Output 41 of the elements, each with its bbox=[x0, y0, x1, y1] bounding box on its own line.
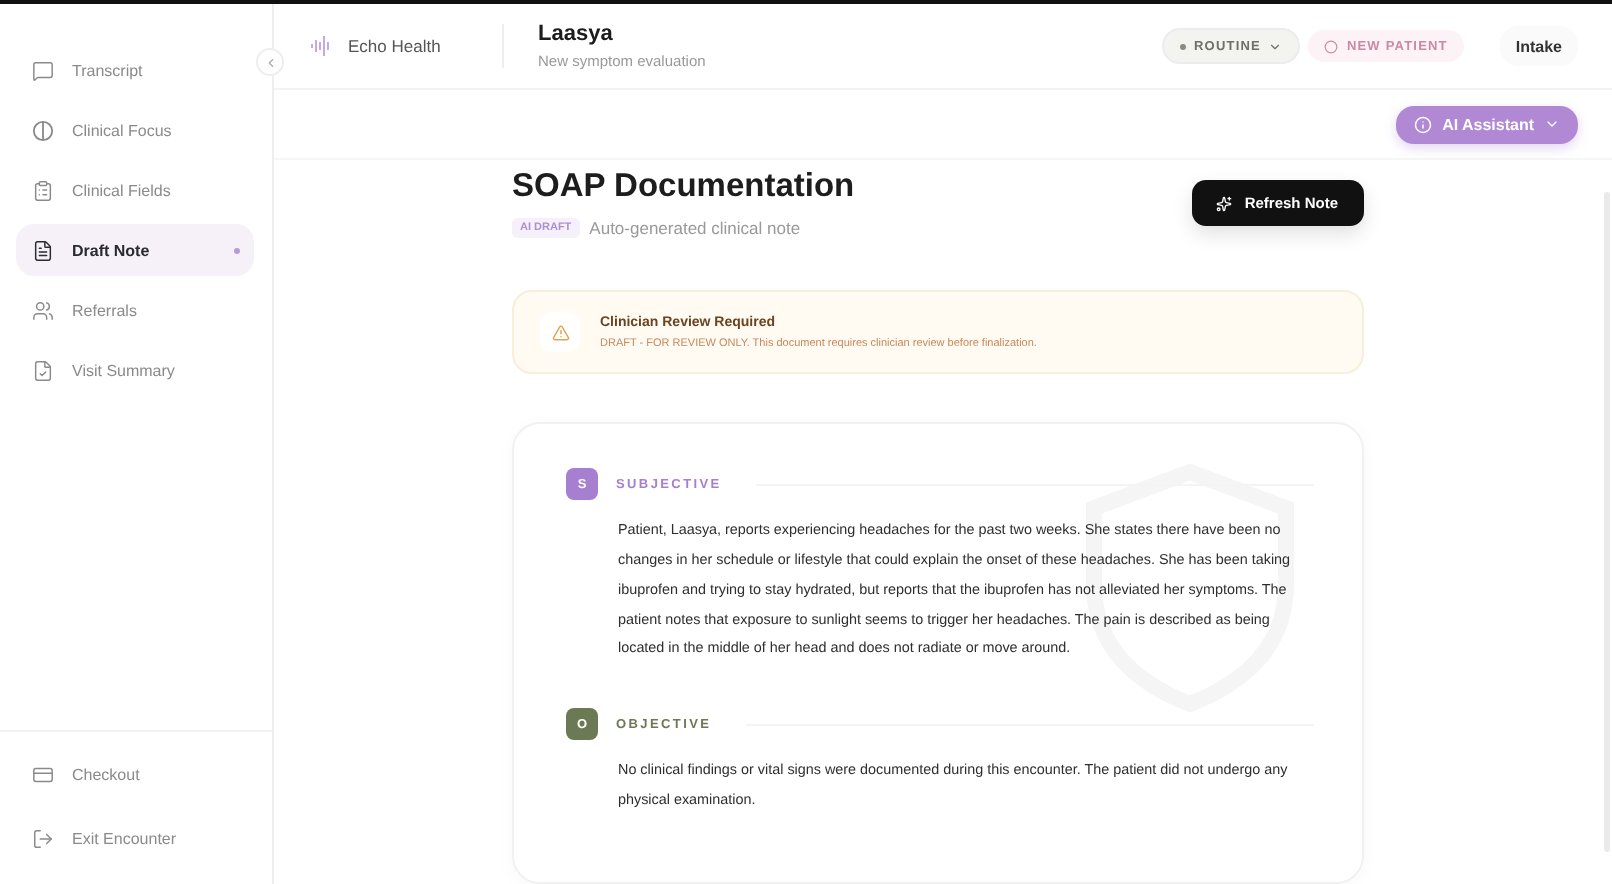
intake-button[interactable]: Intake bbox=[1499, 26, 1578, 66]
sidebar-footer-item[interactable]: Exit Encounter bbox=[16, 812, 256, 864]
sidebar-item-label: Clinical Fields bbox=[72, 181, 173, 199]
warning-icon bbox=[540, 312, 580, 353]
waveform-icon bbox=[310, 36, 332, 56]
sidebar-item[interactable]: Visit Summary bbox=[16, 344, 254, 396]
active-dot bbox=[234, 247, 240, 253]
sidebar-item[interactable]: Draft Note bbox=[16, 224, 254, 276]
chevron-down-icon bbox=[1544, 116, 1560, 132]
ai-assistant-button[interactable]: AI Assistant bbox=[1396, 105, 1578, 143]
chevron-down-icon bbox=[1268, 39, 1283, 53]
sidebar-footer-item[interactable]: Checkout bbox=[16, 748, 256, 800]
sidebar-item-label: Draft Note bbox=[72, 241, 152, 259]
clipboard-icon bbox=[32, 179, 54, 201]
sidebar-item-label: Exit Encounter bbox=[72, 829, 179, 847]
document-icon bbox=[32, 239, 54, 261]
sidebar-item-label: Visit Summary bbox=[72, 361, 177, 379]
document-check-icon bbox=[32, 359, 54, 381]
people-icon bbox=[32, 299, 54, 321]
sidebar-item-label: Checkout bbox=[72, 765, 142, 783]
chat-icon bbox=[32, 59, 54, 81]
patient-name: Laasya bbox=[538, 22, 615, 46]
sidebar-item-label: Clinical Focus bbox=[72, 121, 174, 139]
page-subtitle: Auto-generated clinical note bbox=[589, 218, 801, 238]
exit-icon bbox=[32, 827, 54, 849]
chevron-left-icon bbox=[263, 55, 277, 69]
page-title: SOAP Documentation bbox=[512, 168, 855, 206]
info-icon bbox=[1414, 115, 1433, 133]
sidebar-item[interactable]: Transcript bbox=[16, 44, 254, 96]
brand-name: Echo Health bbox=[348, 36, 441, 56]
sidebar-item-label: Transcript bbox=[72, 61, 145, 79]
sidebar-item[interactable]: Referrals bbox=[16, 284, 254, 336]
sidebar-item[interactable]: Clinical Focus bbox=[16, 104, 254, 156]
sparkles-icon bbox=[1216, 195, 1233, 211]
collapse-button[interactable] bbox=[256, 48, 284, 76]
sidebar-item-label: Referrals bbox=[72, 301, 139, 319]
status-dot-icon bbox=[1180, 43, 1186, 49]
sidebar-item[interactable]: Clinical Fields bbox=[16, 164, 254, 216]
card-icon bbox=[32, 763, 54, 785]
circle-icon bbox=[32, 119, 54, 141]
circle-icon bbox=[1324, 39, 1339, 53]
